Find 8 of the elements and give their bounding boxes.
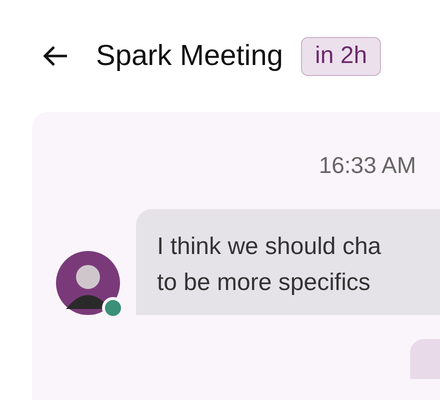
message-time: 16:33 AM bbox=[318, 152, 417, 179]
time-badge: in 2h bbox=[301, 36, 382, 76]
chat-title: Spark Meeting bbox=[96, 40, 283, 72]
message-text: I think we should cha bbox=[157, 232, 382, 262]
back-arrow-icon[interactable] bbox=[42, 45, 68, 67]
message-text: to be more specifics bbox=[157, 268, 372, 298]
avatar bbox=[56, 251, 120, 315]
message-bubble bbox=[410, 339, 440, 379]
